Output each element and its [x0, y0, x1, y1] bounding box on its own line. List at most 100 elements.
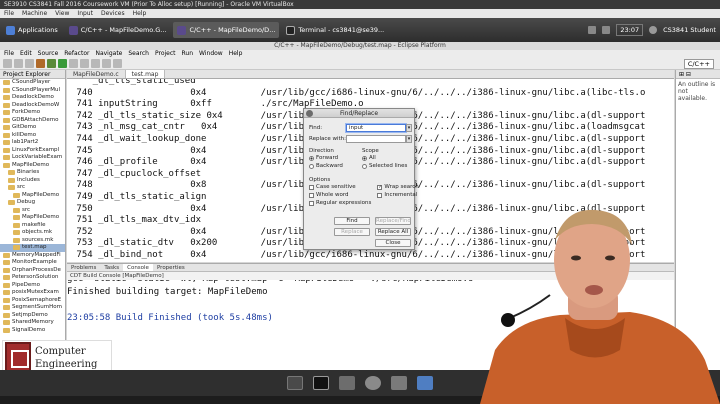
editor-tab-test-map[interactable]: test.map — [125, 70, 166, 78]
menu-file[interactable]: File — [4, 50, 14, 58]
applications-menu[interactable]: Applications — [2, 22, 62, 38]
user-menu[interactable]: CS3841 Student — [663, 26, 716, 34]
tree-item[interactable]: PosixSemaphoreE — [0, 297, 65, 305]
tree-item[interactable]: src — [0, 207, 65, 215]
menu-source[interactable]: Source — [38, 50, 59, 58]
regex-checkbox[interactable] — [309, 200, 314, 206]
tree-item[interactable]: SetjmpDemo — [0, 312, 65, 320]
tree-item[interactable]: LockVariableExam — [0, 154, 65, 162]
tree-item[interactable]: LinuxForkExampl — [0, 147, 65, 155]
backward-radio[interactable] — [309, 163, 314, 169]
tree-item[interactable]: DeadlockDemo — [0, 94, 65, 102]
tree-item[interactable]: PipeDemo — [0, 282, 65, 290]
tree-item[interactable]: GitDemo — [0, 124, 65, 132]
network-icon[interactable] — [588, 26, 597, 34]
folder-icon[interactable] — [417, 376, 433, 390]
tree-item[interactable]: src — [0, 184, 65, 192]
perspective-switcher[interactable]: C/C++ — [683, 59, 714, 69]
case-sensitive-option[interactable]: Case sensitive — [309, 183, 371, 191]
volume-icon[interactable] — [602, 26, 611, 34]
tree-item[interactable]: killDemo — [0, 132, 65, 140]
tree-item[interactable]: objects.mk — [0, 229, 65, 237]
taskbar-item-terminal[interactable]: Terminal - cs3841@se39... — [282, 22, 388, 38]
tree-item[interactable]: CSoundPlayer — [0, 79, 65, 87]
back-icon[interactable] — [102, 59, 111, 68]
tree-item[interactable]: Includes — [0, 177, 65, 185]
whole-word-option[interactable]: Whole word — [309, 191, 371, 199]
project-explorer-tab[interactable]: Project Explorer — [0, 70, 65, 79]
tab-console[interactable]: Console — [123, 264, 153, 271]
menu-refactor[interactable]: Refactor — [64, 50, 89, 58]
selected-lines-radio[interactable] — [362, 163, 367, 169]
replace-button[interactable]: Replace — [334, 228, 370, 236]
vbox-menu-view[interactable]: View — [55, 9, 69, 18]
tree-item[interactable]: ForkDemo — [0, 109, 65, 117]
forward-option[interactable]: Forward — [309, 154, 343, 162]
tree-item[interactable]: PetersonSolution — [0, 274, 65, 282]
incremental-checkbox[interactable] — [377, 192, 383, 198]
vbox-menu-devices[interactable]: Devices — [101, 9, 125, 18]
new-class-icon[interactable] — [80, 59, 89, 68]
clock[interactable]: 23:07 — [616, 24, 644, 36]
menu-window[interactable]: Window — [199, 50, 223, 58]
backward-option[interactable]: Backward — [309, 162, 343, 170]
tree-item[interactable]: MapFileDemo — [0, 162, 65, 170]
replace-input[interactable] — [346, 135, 406, 143]
tree-item[interactable]: lab1Part2 — [0, 139, 65, 147]
outline-tab[interactable]: ⊞ ⊟ — [676, 70, 720, 79]
replace-all-button[interactable]: Replace All — [375, 228, 411, 236]
close-icon[interactable] — [306, 110, 313, 117]
whole-word-checkbox[interactable] — [309, 192, 314, 198]
vbox-menu-machine[interactable]: Machine — [22, 9, 47, 18]
tree-item[interactable]: OrphanProcessDe — [0, 267, 65, 275]
tree-item[interactable]: SegmentSumHom — [0, 304, 65, 312]
tree-item[interactable]: SignalDemo — [0, 327, 65, 335]
tree-item[interactable]: makefile — [0, 222, 65, 230]
tab-properties[interactable]: Properties — [153, 264, 189, 271]
replace-find-button[interactable]: Replace/Find — [375, 217, 411, 225]
build-icon[interactable] — [36, 59, 45, 68]
tree-item[interactable]: Debug — [0, 199, 65, 207]
show-desktop-icon[interactable] — [287, 376, 303, 390]
taskbar-item-eclipse-2[interactable]: C/C++ - MapFileDemo/D... — [173, 22, 280, 38]
find-input[interactable]: input — [346, 124, 406, 132]
close-button[interactable]: Close — [375, 239, 411, 247]
find-button[interactable]: Find — [334, 217, 370, 225]
tree-item[interactable]: DeadlockDemoW — [0, 102, 65, 110]
tab-tasks[interactable]: Tasks — [100, 264, 123, 271]
tree-item[interactable]: MapFileDemo — [0, 214, 65, 222]
print-icon[interactable] — [25, 59, 34, 68]
menu-run[interactable]: Run — [182, 50, 194, 58]
tab-problems[interactable]: Problems — [67, 264, 100, 271]
search-icon[interactable] — [91, 59, 100, 68]
forward-icon[interactable] — [113, 59, 122, 68]
find-history-dropdown[interactable]: ▾ — [406, 124, 412, 132]
terminal-icon[interactable] — [313, 376, 329, 390]
selected-lines-option[interactable]: Selected lines — [362, 162, 407, 170]
tree-item[interactable]: sources.mk — [0, 237, 65, 245]
run-icon[interactable] — [58, 59, 67, 68]
menu-search[interactable]: Search — [128, 50, 149, 58]
menu-project[interactable]: Project — [155, 50, 176, 58]
tree-item[interactable]: Binaries — [0, 169, 65, 177]
debug-icon[interactable] — [47, 59, 56, 68]
wrap-search-checkbox[interactable]: ✓ — [377, 184, 383, 190]
tree-item[interactable]: MonitorExample — [0, 259, 65, 267]
tree-item[interactable]: MapFileDemo — [0, 192, 65, 200]
all-radio[interactable] — [362, 155, 367, 161]
menu-navigate[interactable]: Navigate — [95, 50, 122, 58]
external-tools-icon[interactable] — [69, 59, 78, 68]
file-manager-icon[interactable] — [339, 376, 355, 390]
taskbar-item-eclipse-1[interactable]: C/C++ - MapFileDemo.G... — [65, 22, 171, 38]
incremental-option[interactable]: Incremental — [377, 191, 418, 199]
forward-radio[interactable] — [309, 155, 314, 161]
regex-option[interactable]: Regular expressions — [309, 199, 371, 207]
tree-item[interactable]: MemoryMappedFi — [0, 252, 65, 260]
tree-item[interactable]: GDBAttachDemo — [0, 117, 65, 125]
replace-history-dropdown[interactable]: ▾ — [406, 135, 412, 143]
all-option[interactable]: All — [362, 154, 407, 162]
case-sensitive-checkbox[interactable] — [309, 184, 314, 190]
tree-item[interactable]: SharedMemory — [0, 319, 65, 327]
menu-edit[interactable]: Edit — [20, 50, 32, 58]
tree-item[interactable]: posixMutexExam — [0, 289, 65, 297]
